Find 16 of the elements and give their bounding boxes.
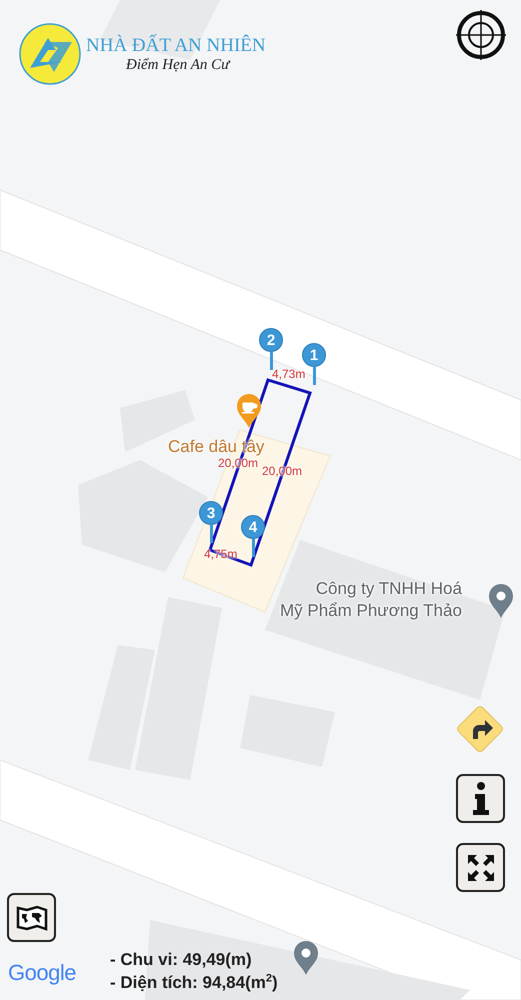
measurement-summary: - Diện tích: 94,84(m$^{2}$) [110,971,278,994]
location-pin-icon[interactable] [488,583,514,619]
logo-icon [18,22,82,86]
cafe-pin-icon[interactable] [236,393,262,429]
location-pin-icon[interactable] [293,940,319,976]
logo-tagline: Điểm Hẹn An Cư [126,56,232,74]
locate-button[interactable] [455,9,507,61]
info-button[interactable] [456,774,505,823]
map-type-button[interactable] [7,893,56,942]
expand-icon [466,852,496,882]
fullscreen-button[interactable] [456,843,505,892]
google-attribution: Google [8,960,76,986]
measurement-summary: - Chu vi: 49,49(m) [110,949,253,971]
info-icon [470,782,490,816]
world-map-icon [16,904,48,930]
logo-title: NHÀ ĐẤT AN NHIÊN [86,34,266,56]
